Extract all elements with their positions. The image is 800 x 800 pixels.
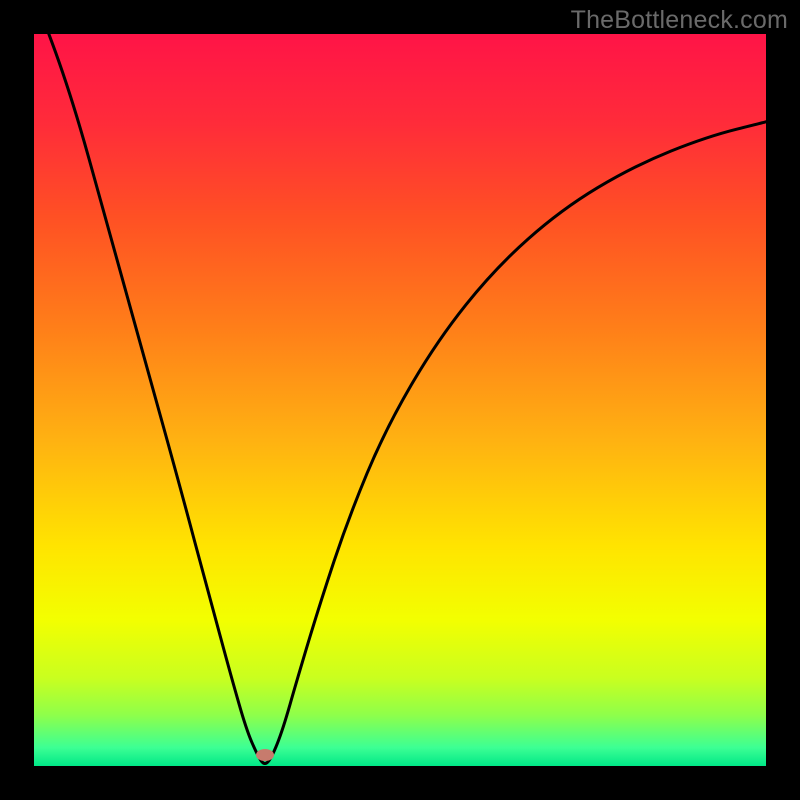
optimum-marker — [256, 749, 274, 761]
watermark-label: TheBottleneck.com — [571, 6, 788, 35]
chart-frame: TheBottleneck.com — [0, 0, 800, 800]
bottleneck-curve — [34, 34, 766, 764]
plot-area — [34, 34, 766, 766]
curve-layer — [34, 34, 766, 766]
